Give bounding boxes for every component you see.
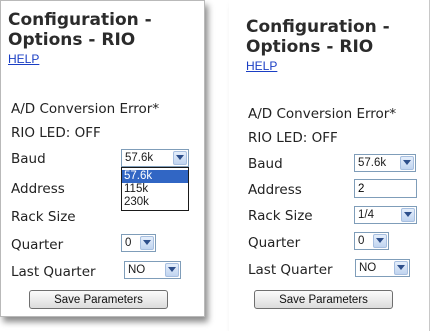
baud-option[interactable]: 57.6k	[122, 170, 188, 183]
address-label: Address	[248, 182, 302, 198]
rack-size-label: Rack Size	[248, 208, 313, 224]
help-link[interactable]: HELP	[8, 52, 39, 66]
ad-error-text: A/D Conversion Error*	[11, 101, 160, 117]
config-panel-right: Configuration - Options - RIO HELP A/D C…	[229, 0, 430, 331]
chevron-down-icon	[373, 234, 387, 248]
rack-size-select[interactable]: 1/4	[354, 206, 417, 224]
page-title-line1: Configuration -	[8, 10, 152, 30]
baud-label: Baud	[11, 151, 46, 167]
save-parameters-button[interactable]: Save Parameters	[254, 290, 393, 309]
help-link[interactable]: HELP	[246, 59, 277, 73]
chevron-down-icon	[401, 208, 415, 222]
led-status-text: RIO LED: OFF	[11, 125, 101, 141]
baud-option[interactable]: 230k	[122, 196, 188, 209]
last-quarter-select[interactable]: NO	[124, 261, 181, 279]
last-quarter-label: Last Quarter	[11, 264, 96, 280]
baud-label: Baud	[248, 156, 283, 172]
chevron-down-icon	[140, 236, 154, 250]
quarter-label: Quarter	[11, 237, 64, 253]
baud-select[interactable]: 57.6k	[121, 149, 189, 167]
address-label: Address	[11, 181, 65, 197]
address-field[interactable]	[354, 179, 417, 198]
config-panel-left: Configuration - Options - RIO HELP A/D C…	[0, 0, 205, 317]
baud-option[interactable]: 115k	[122, 183, 188, 196]
rack-size-label: Rack Size	[11, 209, 76, 225]
save-parameters-button[interactable]: Save Parameters	[29, 290, 168, 309]
quarter-select[interactable]: 0	[354, 232, 389, 250]
chevron-down-icon	[173, 151, 187, 165]
quarter-label: Quarter	[248, 235, 301, 251]
chevron-down-icon	[394, 261, 408, 275]
page-title-line1: Configuration -	[246, 17, 390, 37]
last-quarter-select[interactable]: NO	[355, 259, 410, 277]
chevron-down-icon	[165, 263, 179, 277]
ad-error-text: A/D Conversion Error*	[248, 106, 397, 122]
baud-select-value: 57.6k	[125, 152, 154, 164]
baud-dropdown-list: 57.6k 115k 230k	[121, 167, 189, 211]
quarter-select-value: 0	[125, 237, 132, 249]
page-title-line2: Options - RIO	[246, 37, 374, 57]
chevron-down-icon	[400, 156, 414, 170]
quarter-select[interactable]: 0	[121, 234, 156, 252]
last-quarter-select-value: NO	[359, 262, 377, 274]
quarter-select-value: 0	[358, 235, 365, 247]
page-title-line2: Options - RIO	[8, 30, 136, 50]
baud-select-value: 57.6k	[358, 157, 387, 169]
last-quarter-select-value: NO	[128, 264, 146, 276]
baud-select[interactable]: 57.6k	[354, 154, 416, 172]
rack-size-select-value: 1/4	[358, 209, 374, 221]
last-quarter-label: Last Quarter	[248, 262, 333, 278]
led-status-text: RIO LED: OFF	[248, 130, 338, 146]
